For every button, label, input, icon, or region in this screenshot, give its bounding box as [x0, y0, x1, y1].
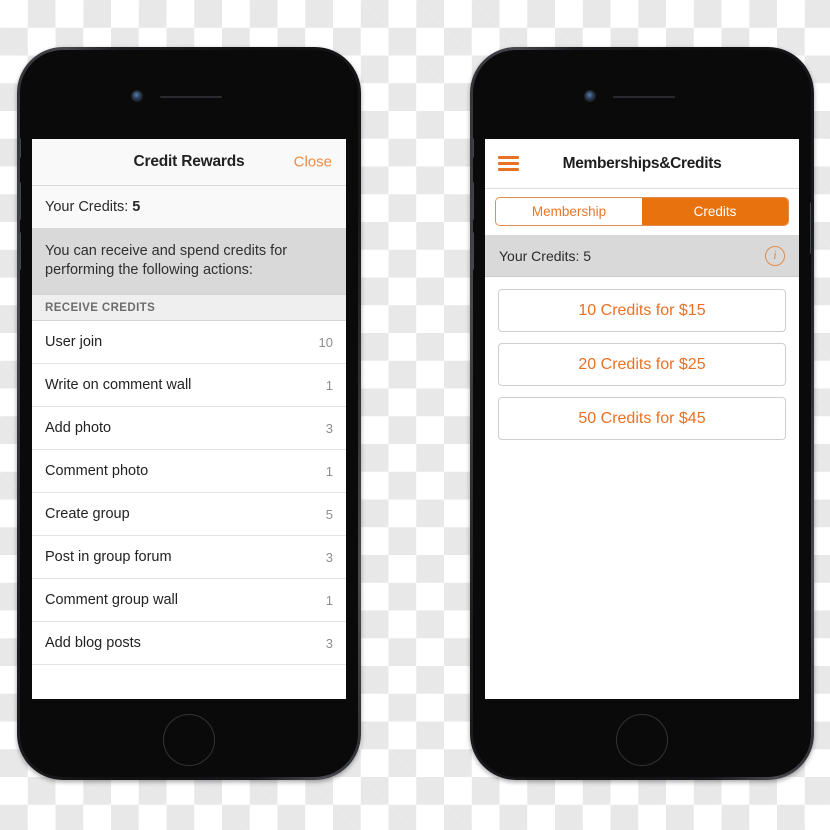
- page-title: Memberships&Credits: [562, 154, 722, 172]
- section-header-receive-credits: RECEIVE CREDITS: [32, 294, 346, 322]
- your-credits-label: Your Credits:: [45, 199, 129, 215]
- silent-switch[interactable]: [20, 138, 21, 158]
- home-button[interactable]: [616, 714, 668, 766]
- intro-text: You can receive and spend credits for pe…: [32, 229, 346, 295]
- navbar-right: Memberships&Credits: [485, 139, 799, 189]
- list-item-label: Create group: [45, 506, 130, 523]
- segmented-control-wrapper: Membership Credits: [485, 189, 799, 235]
- list-item-label: Add photo: [45, 420, 112, 437]
- tab-credits[interactable]: Credits: [642, 198, 788, 225]
- hamburger-bar: [498, 168, 519, 172]
- list-item[interactable]: Add photo 3: [32, 407, 346, 451]
- info-icon[interactable]: i: [765, 245, 785, 266]
- list-item[interactable]: Write on comment wall 1: [32, 364, 346, 408]
- purchase-option-button[interactable]: 10 Credits for $15: [498, 289, 786, 332]
- volume-up-button[interactable]: [473, 182, 474, 220]
- volume-down-button[interactable]: [20, 232, 21, 270]
- purchase-option-button[interactable]: 20 Credits for $25: [498, 343, 786, 386]
- list-item-label: Comment group wall: [45, 592, 178, 609]
- navbar-left: Credit Rewards Close: [32, 139, 346, 186]
- list-item-value: 3: [325, 549, 333, 565]
- phone-body-left: Credit Rewards Close Your Credits: 5 You…: [20, 50, 358, 777]
- list-item-label: Comment photo: [45, 463, 149, 480]
- volume-down-button[interactable]: [473, 232, 474, 270]
- tab-membership[interactable]: Membership: [496, 198, 642, 225]
- screen-right: Memberships&Credits Membership Credits Y…: [485, 139, 799, 699]
- front-camera-icon: [132, 91, 142, 101]
- list-item-label: User join: [45, 334, 103, 351]
- your-credits-text: Your Credits: 5: [499, 247, 592, 264]
- volume-up-button[interactable]: [20, 182, 21, 220]
- list-item-value: 1: [325, 592, 333, 608]
- phone-device-right: Memberships&Credits Membership Credits Y…: [470, 47, 814, 780]
- your-credits-row-left: Your Credits: 5: [32, 186, 346, 229]
- power-button[interactable]: [810, 202, 811, 254]
- front-camera-icon: [585, 91, 595, 101]
- purchase-option-button[interactable]: 50 Credits for $45: [498, 397, 786, 440]
- close-button[interactable]: Close: [294, 154, 332, 171]
- hamburger-bar: [498, 155, 519, 159]
- screen-left: Credit Rewards Close Your Credits: 5 You…: [32, 139, 346, 699]
- your-credits-row-right: Your Credits: 5 i: [485, 235, 799, 277]
- list-item-value: 3: [325, 635, 333, 651]
- list-item-value: 5: [325, 506, 333, 522]
- hamburger-icon[interactable]: [498, 155, 519, 172]
- list-item-value: 1: [325, 377, 333, 393]
- list-item-label: Post in group forum: [45, 549, 172, 566]
- list-item[interactable]: Comment group wall 1: [32, 579, 346, 623]
- list-item[interactable]: Comment photo 1: [32, 450, 346, 494]
- earpiece-speaker-icon: [613, 96, 675, 98]
- purchase-options-list: 10 Credits for $15 20 Credits for $25 50…: [485, 277, 799, 440]
- list-item-value: 3: [325, 420, 333, 436]
- earpiece-speaker-icon: [160, 96, 222, 98]
- screenshot-canvas: Credit Rewards Close Your Credits: 5 You…: [0, 0, 830, 830]
- list-item[interactable]: Create group 5: [32, 493, 346, 537]
- list-item-label: Write on comment wall: [45, 377, 192, 394]
- phone-device-left: Credit Rewards Close Your Credits: 5 You…: [17, 47, 361, 780]
- segmented-control: Membership Credits: [495, 197, 789, 226]
- page-title: Credit Rewards: [133, 153, 245, 170]
- hamburger-bar: [498, 161, 519, 166]
- list-item-label: Add blog posts: [45, 635, 141, 652]
- list-item-value: 1: [325, 463, 333, 479]
- list-item[interactable]: Post in group forum 3: [32, 536, 346, 580]
- silent-switch[interactable]: [473, 138, 474, 158]
- your-credits-value: 5: [132, 199, 141, 215]
- list-item[interactable]: User join 10: [32, 321, 346, 365]
- list-item[interactable]: Add blog posts 3: [32, 622, 346, 666]
- home-button[interactable]: [163, 714, 215, 766]
- phone-body-right: Memberships&Credits Membership Credits Y…: [473, 50, 811, 777]
- list-item-value: 10: [318, 334, 333, 350]
